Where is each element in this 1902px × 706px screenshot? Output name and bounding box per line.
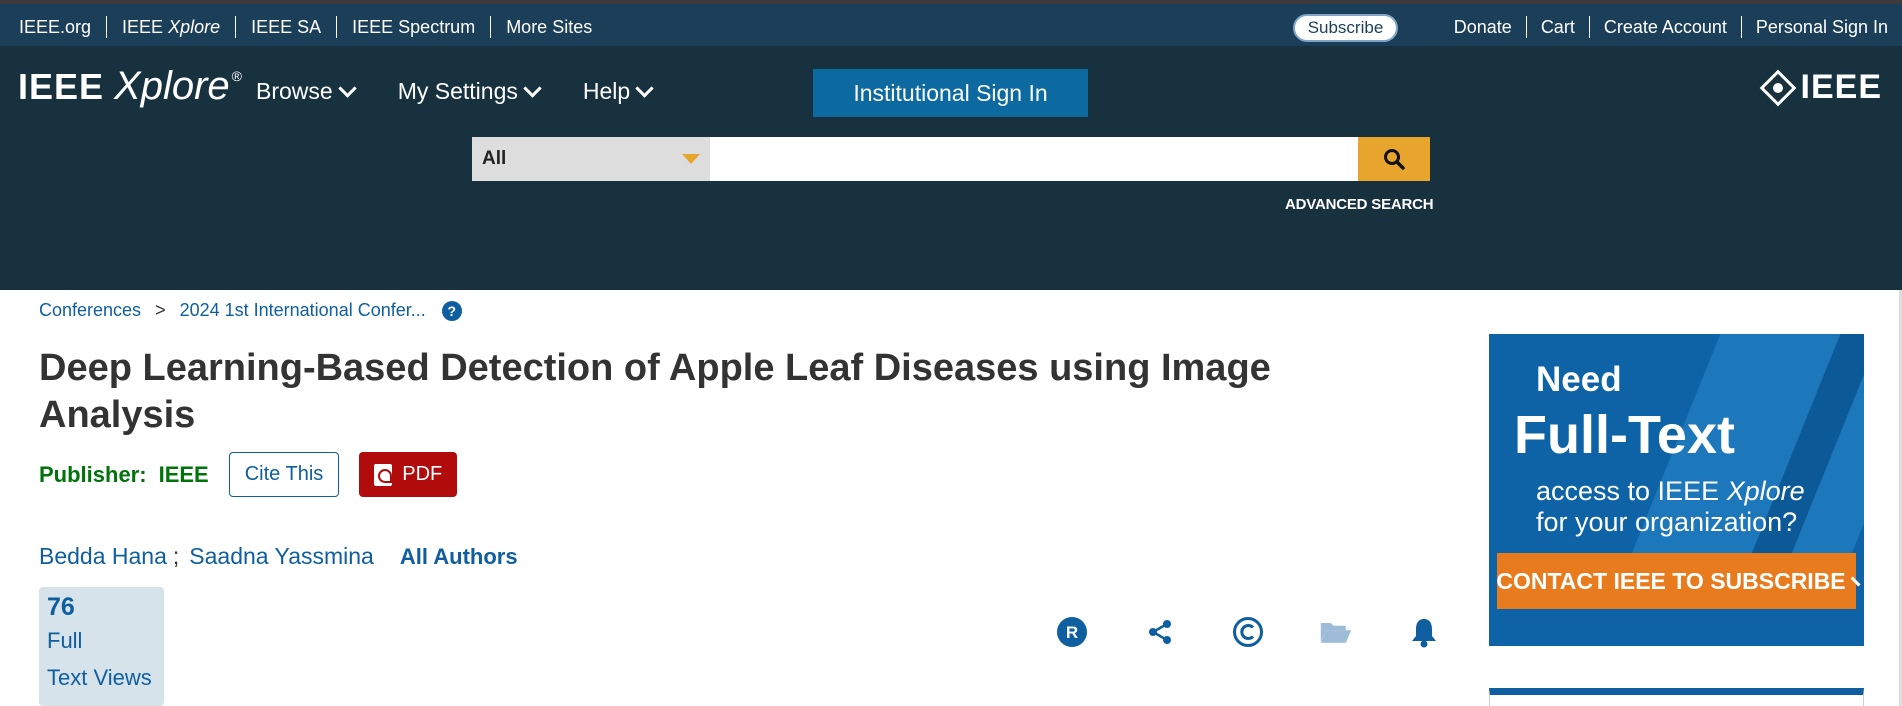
ieee-brand-logo[interactable]: IEEE — [1759, 68, 1882, 107]
create-account-link[interactable]: Create Account — [1590, 16, 1742, 38]
nav-help[interactable]: Help — [582, 78, 654, 105]
logo-ieee: IEEE — [18, 66, 105, 107]
bell-icon[interactable] — [1407, 615, 1441, 649]
account-links: Donate Cart Create Account Personal Sign… — [1440, 16, 1892, 38]
subscribe-button[interactable]: Subscribe — [1293, 14, 1398, 42]
publisher-row: Publisher: IEEE Cite This PDF — [39, 452, 458, 497]
chevron-right-icon — [1850, 576, 1861, 586]
page-title: Deep Learning-Based Detection of Apple L… — [39, 347, 1271, 436]
ieee-xplore-link[interactable]: IEEE Xplore — [107, 16, 237, 38]
pdf-label: PDF — [402, 463, 443, 485]
share-icon[interactable] — [1143, 615, 1177, 649]
publisher-label: Publisher: — [39, 461, 147, 487]
institutional-sign-in-button[interactable]: Institutional Sign In — [813, 69, 1088, 117]
personal-sign-in-link[interactable]: Personal Sign In — [1742, 16, 1892, 38]
ad-access-italic: Xplore — [1726, 476, 1805, 506]
copyright-icon[interactable] — [1231, 615, 1265, 649]
more-sites-link[interactable]: More Sites — [491, 16, 607, 38]
ieee-xplore-logo[interactable]: IEEE Xplore ® — [18, 64, 242, 109]
author-separator: ; — [172, 543, 180, 569]
top-utility-bar: IEEE.org IEEE Xplore IEEE SA IEEE Spectr… — [0, 0, 1902, 46]
breadcrumb-conference[interactable]: 2024 1st International Confer... — [180, 300, 426, 321]
caret-down-icon — [682, 154, 700, 164]
ieee-sa-link[interactable]: IEEE SA — [236, 16, 338, 38]
pdf-icon — [374, 463, 393, 486]
ieee-diamond-icon — [1759, 69, 1796, 106]
author-link[interactable]: Saadna Yassmina — [189, 543, 374, 570]
breadcrumb-conferences[interactable]: Conferences — [39, 300, 141, 321]
ad-full-text: Full-Text — [1514, 405, 1735, 465]
document-actions: R — [1055, 615, 1495, 649]
contact-ieee-button[interactable]: CONTACT IEEE TO SUBSCRIBE — [1496, 553, 1861, 609]
metric-count: 76 — [47, 593, 75, 621]
all-authors-link[interactable]: All Authors — [400, 544, 518, 570]
cta-label: CONTACT IEEE TO SUBSCRIBE — [1496, 567, 1846, 594]
svg-text:R: R — [1066, 623, 1078, 642]
subscribe-ad-banner[interactable]: Need Full-Text access to IEEE Xplore for… — [1489, 334, 1864, 646]
link-italic: Xplore — [168, 17, 221, 37]
main-nav: Browse My Settings Help — [256, 78, 695, 105]
nav-label: Help — [582, 78, 631, 104]
search-button[interactable] — [1358, 137, 1430, 181]
nav-label: My Settings — [397, 78, 518, 104]
ad-access-text: access to IEEE Xplore for your organizat… — [1536, 476, 1805, 538]
search-icon — [1384, 149, 1405, 170]
ieee-spectrum-link[interactable]: IEEE Spectrum — [337, 16, 492, 38]
logo-registered: ® — [231, 68, 242, 84]
rights-icon[interactable]: R — [1055, 615, 1089, 649]
link-text: IEEE — [122, 17, 169, 37]
nav-my-settings[interactable]: My Settings — [397, 78, 542, 105]
full-text-views-metric[interactable]: 76 Full Text Views — [39, 587, 164, 706]
search-input[interactable] — [710, 137, 1358, 181]
ieee-org-link[interactable]: IEEE.org — [4, 16, 108, 38]
help-icon[interactable]: ? — [441, 300, 462, 321]
search-bar: All — [472, 137, 1430, 181]
ad-need: Need — [1536, 360, 1622, 399]
breadcrumb: Conferences > 2024 1st International Con… — [39, 300, 462, 321]
search-scope-select[interactable]: All — [472, 137, 710, 181]
metric-label-line1: Full — [47, 628, 83, 653]
publisher-value: IEEE — [158, 461, 209, 487]
donate-link[interactable]: Donate — [1440, 16, 1527, 38]
logo-xplore: Xplore — [114, 64, 230, 108]
advanced-search-link[interactable]: ADVANCED SEARCH — [1285, 196, 1434, 213]
metric-label-line2: Text Views — [47, 665, 152, 690]
authors-row: Bedda Hana ; Saadna Yassmina All Authors — [39, 543, 518, 570]
chevron-down-icon — [338, 79, 357, 98]
cite-this-button[interactable]: Cite This — [228, 452, 340, 497]
search-scope-value: All — [482, 148, 507, 169]
sidebar-panel — [1489, 688, 1864, 706]
nav-label: Browse — [256, 78, 333, 104]
ad-access-prefix: access to IEEE — [1536, 476, 1727, 506]
ieee-brand-word: IEEE — [1800, 68, 1882, 106]
folder-icon[interactable] — [1319, 615, 1353, 649]
ad-access-line2: for your organization? — [1536, 507, 1798, 537]
pdf-button[interactable]: PDF — [359, 452, 458, 497]
network-links: IEEE.org IEEE Xplore IEEE SA IEEE Spectr… — [4, 16, 607, 38]
cart-link[interactable]: Cart — [1527, 16, 1590, 38]
nav-browse[interactable]: Browse — [256, 78, 357, 105]
chevron-down-icon — [523, 79, 542, 98]
chevron-down-icon — [635, 79, 654, 98]
author-link[interactable]: Bedda Hana — [39, 543, 167, 570]
breadcrumb-separator: > — [155, 300, 166, 320]
